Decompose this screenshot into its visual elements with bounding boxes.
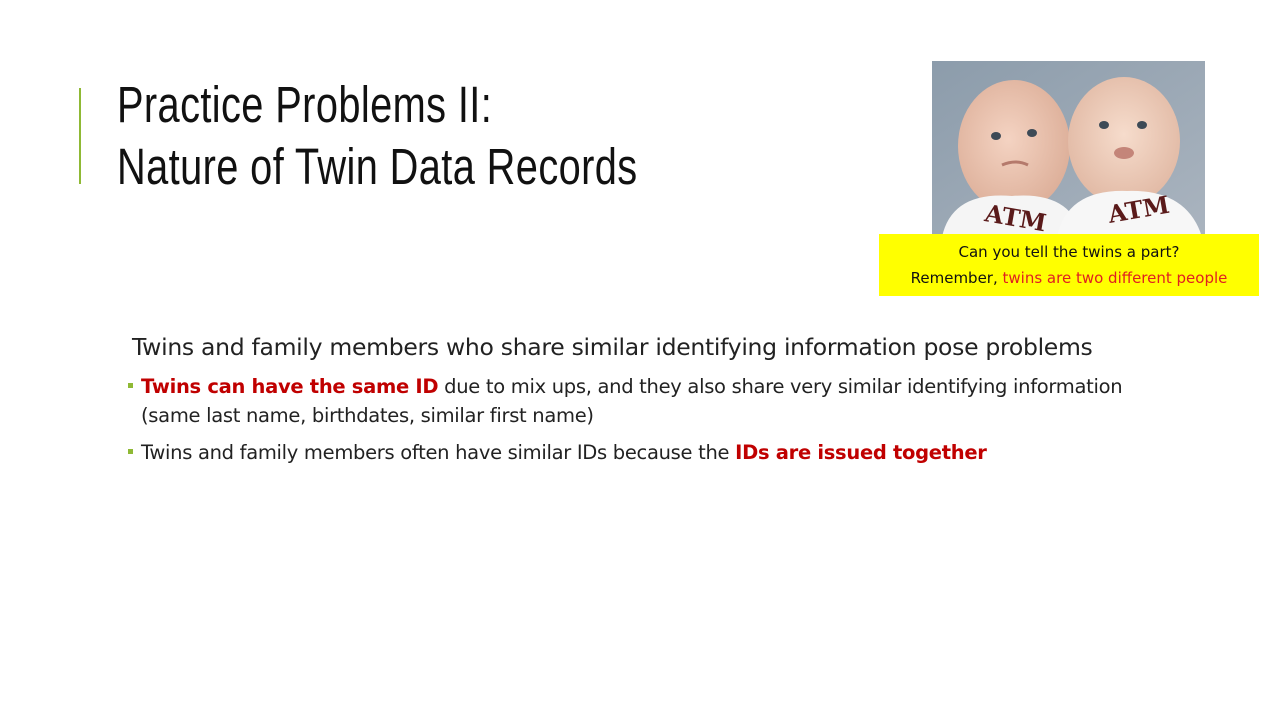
- title-accent-bar: [79, 88, 81, 184]
- lead-text: Twins and family members who share simil…: [132, 333, 1093, 361]
- slide: Practice Problems II: Nature of Twin Dat…: [0, 0, 1280, 720]
- caption-line-2-prefix: Remember,: [910, 269, 1003, 287]
- title-line-1: Practice Problems II:: [117, 76, 493, 133]
- caption-line-1: Can you tell the twins a part?: [958, 243, 1180, 261]
- caption-line-2: Remember, twins are two different people: [879, 265, 1259, 291]
- twins-photo: ATM ATM: [932, 61, 1205, 237]
- title-line-2: Nature of Twin Data Records: [117, 138, 638, 195]
- photo-caption: Can you tell the twins a part? Remember,…: [879, 234, 1259, 296]
- bullet-item-issued-together: Twins and family members often have simi…: [126, 438, 1126, 467]
- bullet-item-same-id: Twins can have the same ID due to mix up…: [126, 372, 1126, 430]
- bullet-text: Twins and family members often have simi…: [141, 441, 736, 464]
- caption-line-2-highlight: twins are two different people: [1002, 269, 1228, 287]
- bullet-emphasis: IDs are issued together: [735, 441, 987, 464]
- slide-title: Practice Problems II: Nature of Twin Dat…: [117, 74, 710, 198]
- bullet-list: Twins can have the same ID due to mix up…: [126, 372, 1126, 475]
- bullet-square-icon: [128, 383, 133, 388]
- bullet-emphasis: Twins can have the same ID: [141, 375, 439, 398]
- bullet-square-icon: [128, 449, 133, 454]
